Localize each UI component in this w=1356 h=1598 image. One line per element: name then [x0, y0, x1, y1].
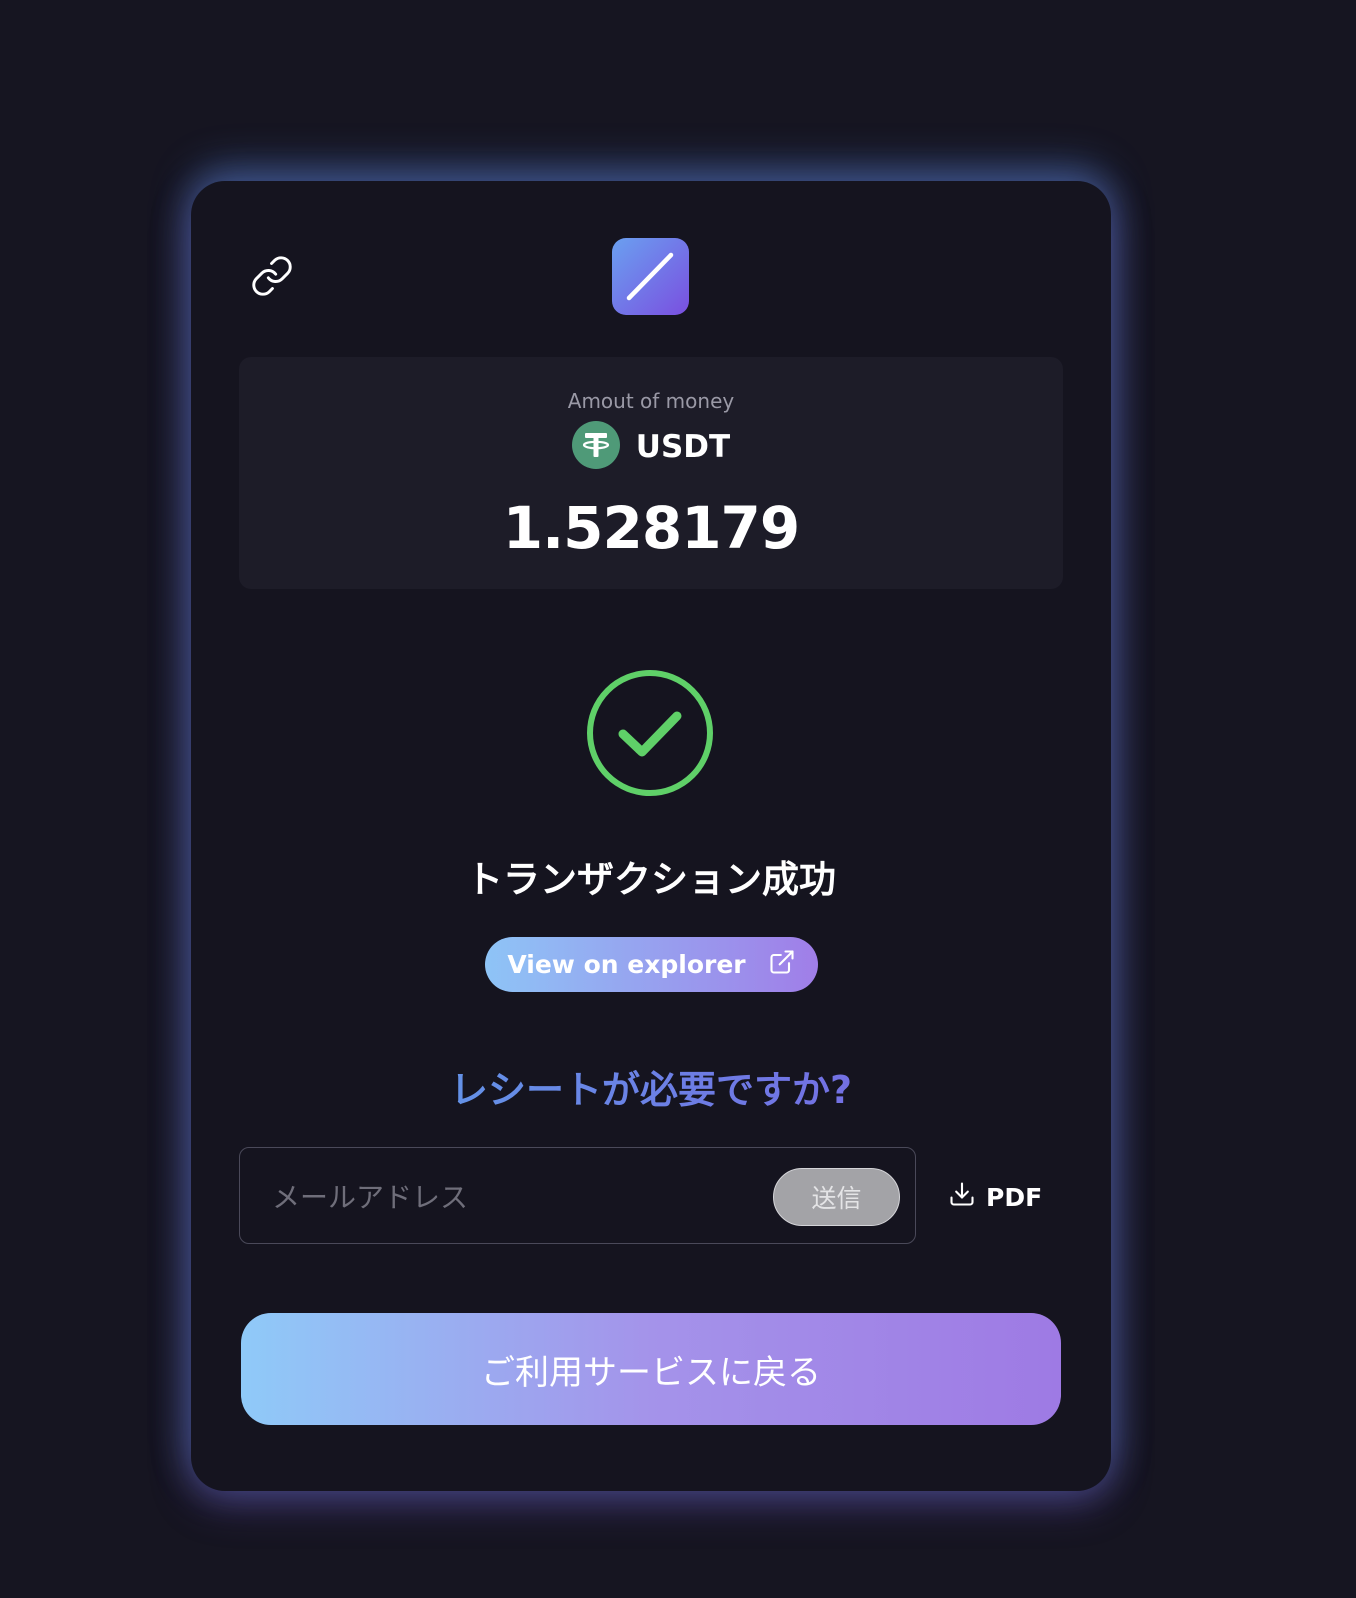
usdt-icon: [571, 421, 620, 473]
amount-panel: Amout of money USDT 1.528179: [239, 357, 1063, 589]
amount-label: Amout of money: [567, 389, 735, 413]
view-on-explorer-button[interactable]: View on explorer: [485, 937, 818, 992]
explorer-button-label: View on explorer: [507, 950, 746, 979]
token-row: USDT: [239, 421, 1063, 473]
back-to-service-button[interactable]: ご利用サービスに戻る: [241, 1313, 1061, 1425]
send-button[interactable]: 送信: [773, 1168, 900, 1226]
logo-icon: [612, 238, 689, 315]
payment-card: Amout of money USDT 1.528179 トランザクション成功 …: [191, 181, 1111, 1491]
link-icon: [250, 254, 294, 302]
email-field-container: 送信: [239, 1147, 916, 1244]
receipt-question: レシートが必要ですか?: [191, 1059, 1111, 1114]
amount-value: 1.528179: [502, 494, 801, 562]
external-link-icon: [768, 948, 796, 982]
token-name: USDT: [635, 429, 731, 465]
copy-link-button[interactable]: [245, 251, 299, 305]
download-icon: [948, 1180, 976, 1214]
email-field[interactable]: [270, 1176, 754, 1218]
success-title: トランザクション成功: [466, 858, 836, 901]
pdf-label: PDF: [986, 1182, 1043, 1212]
check-circle-icon: [585, 668, 715, 798]
pdf-download-button[interactable]: PDF: [948, 1177, 1042, 1217]
